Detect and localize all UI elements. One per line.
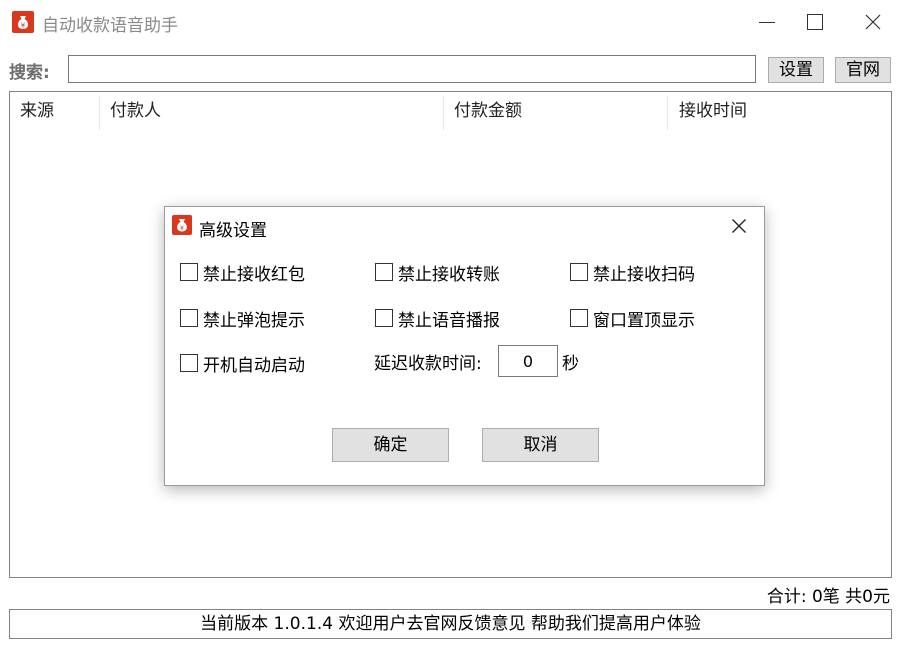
close-icon [732,219,746,233]
website-button[interactable]: 官网 [835,57,891,83]
checkbox-label: 禁止接收转账 [398,264,500,285]
minimize-icon [759,22,775,23]
main-window: ¥ 自动收款语音助手 搜索: 设置 官网 来源 付款人 付款金额 接收时间 合计… [0,0,902,648]
checkbox-auto-start[interactable]: 开机自动启动 [180,352,305,376]
title-bar[interactable]: ¥ 自动收款语音助手 [0,0,902,44]
column-header-payer[interactable]: 付款人 [100,92,444,130]
maximize-button[interactable] [786,0,844,44]
column-header-time[interactable]: 接收时间 [669,92,889,130]
checkbox-block-red-packet[interactable]: 禁止接收红包 [180,261,305,285]
checkbox-box[interactable] [180,354,198,372]
column-divider[interactable] [667,96,668,130]
ok-button[interactable]: 确定 [332,428,449,462]
column-header-amount[interactable]: 付款金额 [444,92,668,130]
checkbox-block-scan[interactable]: 禁止接收扫码 [570,261,695,285]
checkbox-label: 禁止接收扫码 [593,264,695,285]
checkbox-block-voice[interactable]: 禁止语音播报 [375,307,500,331]
checkbox-box[interactable] [375,309,393,327]
summary-total: 合计: 0笔 共0元 [766,587,890,607]
search-label: 搜索: [9,63,50,83]
close-icon [865,14,881,30]
money-bag-icon: ¥ [172,215,192,235]
cancel-button[interactable]: 取消 [482,428,599,462]
money-bag-icon: ¥ [12,11,34,33]
svg-text:¥: ¥ [21,22,26,30]
checkbox-box[interactable] [180,309,198,327]
checkbox-always-on-top[interactable]: 窗口置顶显示 [570,307,695,331]
checkbox-block-bubble-tip[interactable]: 禁止弹泡提示 [180,307,305,331]
checkbox-box[interactable] [375,263,393,281]
checkbox-label: 禁止弹泡提示 [203,310,305,331]
close-button[interactable] [844,0,902,44]
maximize-icon [807,14,823,30]
column-header-source[interactable]: 来源 [10,92,100,130]
checkbox-label: 禁止接收红包 [203,264,305,285]
settings-button[interactable]: 设置 [768,57,824,83]
search-input[interactable] [68,55,756,83]
checkbox-box[interactable] [180,263,198,281]
checkbox-label: 禁止语音播报 [398,310,500,331]
checkbox-label: 开机自动启动 [203,355,305,376]
svg-text:¥: ¥ [180,224,184,232]
checkbox-box[interactable] [570,263,588,281]
window-title: 自动收款语音助手 [42,16,178,36]
delay-seconds-input[interactable] [498,345,558,377]
status-bar: 当前版本 1.0.1.4 欢迎用户去官网反馈意见 帮助我们提高用户体验 [9,609,892,639]
checkbox-label: 窗口置顶显示 [593,310,695,331]
checkbox-block-transfer[interactable]: 禁止接收转账 [375,261,500,285]
dialog-title: 高级设置 [199,221,267,241]
advanced-settings-dialog: ¥ 高级设置 禁止接收红包 禁止接收转账 禁止接收扫码 禁止弹泡提示 禁止语音播… [164,206,765,486]
delay-unit-label: 秒 [562,354,579,374]
dialog-close-button[interactable] [714,207,764,245]
checkbox-box[interactable] [570,309,588,327]
delay-label: 延迟收款时间: [374,354,482,374]
